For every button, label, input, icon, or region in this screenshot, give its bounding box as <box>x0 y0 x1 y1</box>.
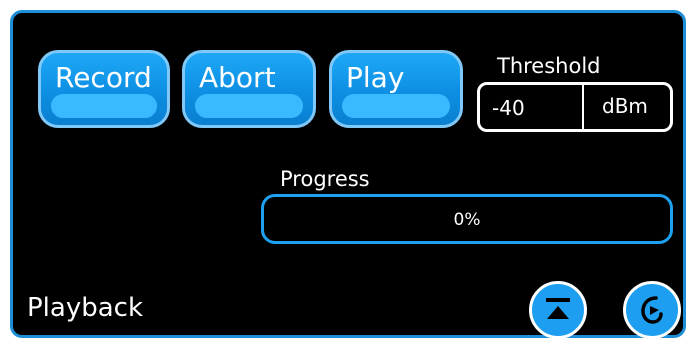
threshold-title: Threshold <box>497 54 601 78</box>
record-button[interactable]: Record <box>38 50 170 128</box>
threshold-field[interactable]: -40 dBm <box>477 82 673 132</box>
abort-button[interactable]: Abort <box>182 50 316 128</box>
return-icon <box>641 296 663 324</box>
eject-button[interactable] <box>529 281 587 339</box>
play-button-label: Play <box>346 61 405 94</box>
return-button[interactable] <box>623 281 681 339</box>
eject-icon <box>546 298 570 319</box>
progress-text: 0% <box>453 210 481 230</box>
threshold-unit: dBm <box>602 94 648 118</box>
page-title: Playback <box>27 293 144 323</box>
button-gloss <box>195 94 303 118</box>
play-button[interactable]: Play <box>329 50 463 128</box>
button-gloss <box>51 94 157 118</box>
record-button-label: Record <box>55 61 152 94</box>
abort-button-label: Abort <box>199 61 276 94</box>
threshold-value[interactable]: -40 <box>492 96 525 120</box>
playback-panel: Record Abort Play Threshold -40 dBm Prog… <box>10 10 686 339</box>
progress-bar: 0% <box>261 194 673 244</box>
threshold-divider <box>582 85 584 129</box>
progress-title: Progress <box>280 167 370 191</box>
button-gloss <box>342 94 450 118</box>
